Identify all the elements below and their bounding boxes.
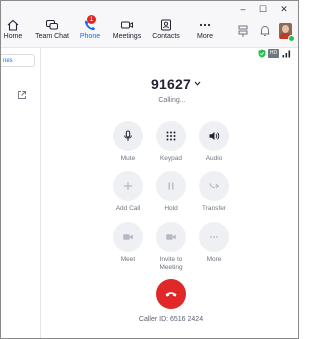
more-icon xyxy=(199,23,211,27)
caller-id: Caller ID: 6516 2424 xyxy=(138,316,204,323)
add-call-button[interactable] xyxy=(113,171,143,201)
zoom-window: – ☐ ✕ Home Team Chat 1 Phone Meetings Co… xyxy=(0,0,299,339)
top-navigation-bar: – ☐ ✕ Home Team Chat 1 Phone Meetings Co… xyxy=(1,1,298,48)
invite-to-meeting-button[interactable] xyxy=(156,222,186,252)
nav-more-label: More xyxy=(197,33,213,40)
more-options-label: More xyxy=(206,256,222,263)
microphone-icon xyxy=(124,130,132,141)
nav-phone[interactable]: 1 Phone xyxy=(79,15,101,45)
hang-up-button[interactable] xyxy=(156,279,186,309)
activity-icon[interactable] xyxy=(236,24,250,38)
nav-meetings[interactable]: Meetings xyxy=(113,19,141,45)
nav-contacts[interactable]: Contacts xyxy=(152,19,180,45)
nav-phone-label: Phone xyxy=(79,33,101,40)
presence-status-dot xyxy=(288,35,295,42)
phone-notification-badge: 1 xyxy=(87,15,96,24)
phone-sidebar: nes xyxy=(1,48,41,338)
nav-home[interactable]: Home xyxy=(2,19,24,45)
hold-button[interactable] xyxy=(156,171,186,201)
transfer-button[interactable] xyxy=(199,171,229,201)
minimize-button[interactable]: – xyxy=(233,3,253,15)
transfer-icon xyxy=(209,183,220,189)
shield-icon xyxy=(258,49,266,58)
video-icon xyxy=(121,21,133,29)
plus-icon xyxy=(124,182,132,190)
nav-more[interactable]: More xyxy=(194,19,216,45)
keypad-button[interactable] xyxy=(156,121,186,151)
more-options-button[interactable] xyxy=(199,222,229,252)
nav-team-chat-label: Team Chat xyxy=(35,33,69,40)
sidebar-tab-lines[interactable]: nes xyxy=(1,54,35,67)
contacts-icon xyxy=(161,19,171,31)
speaker-icon xyxy=(209,132,220,140)
close-button[interactable]: ✕ xyxy=(274,3,294,15)
callee-number[interactable]: 91627 xyxy=(151,76,191,92)
pause-icon xyxy=(168,182,174,190)
meet-button[interactable] xyxy=(113,222,143,252)
hd-badge: HD xyxy=(268,49,279,58)
audio-button[interactable] xyxy=(199,121,229,151)
mute-button[interactable] xyxy=(113,121,143,151)
keypad-icon xyxy=(166,131,176,141)
invite-video-icon xyxy=(166,234,176,240)
maximize-button[interactable]: ☐ xyxy=(253,3,273,15)
nav-team-chat[interactable]: Team Chat xyxy=(35,19,69,45)
chevron-down-icon[interactable] xyxy=(194,81,201,86)
invite-to-meeting-label-line2: Meeting xyxy=(159,264,183,271)
nav-home-label: Home xyxy=(3,33,23,40)
nav-contacts-label: Contacts xyxy=(152,33,180,40)
call-status: Calling... xyxy=(158,97,186,104)
bell-icon[interactable] xyxy=(258,24,272,38)
nav-meetings-label: Meetings xyxy=(112,33,142,40)
transfer-label: Transfer xyxy=(202,205,226,212)
audio-label: Audio xyxy=(205,155,223,162)
home-icon xyxy=(7,19,19,31)
invite-to-meeting-label-line1: Invite to xyxy=(159,256,183,263)
end-call-icon xyxy=(165,292,177,297)
external-link-icon[interactable] xyxy=(17,90,27,100)
more-dots-icon xyxy=(210,236,218,238)
signal-strength-icon xyxy=(282,50,291,58)
video-camera-icon xyxy=(123,234,133,240)
chat-icon xyxy=(46,20,58,30)
